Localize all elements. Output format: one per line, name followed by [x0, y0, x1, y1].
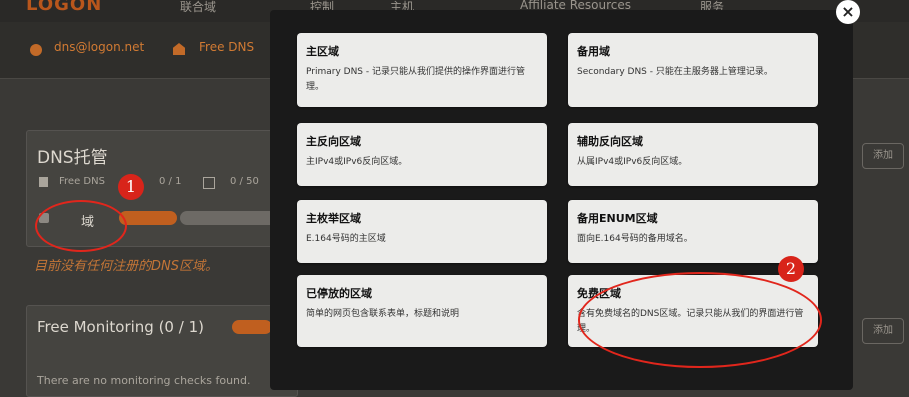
option-description: E.164号码的主区域 — [306, 234, 386, 244]
nav-item-domains[interactable]: 联合域 — [180, 0, 216, 15]
close-modal-button[interactable]: × — [836, 0, 860, 24]
free-monitoring-card: Free Monitoring (0 / 1) There are no mon… — [26, 305, 298, 397]
option-secondary-reverse-zone[interactable]: 辅助反向区域 从属IPv4或IPv6反向区域。 — [568, 123, 818, 186]
gear-icon — [30, 44, 42, 56]
free-dns-count: 0 / 1 — [159, 176, 182, 187]
option-description: Secondary DNS - 只能在主服务器上管理记录。 — [577, 67, 773, 77]
no-monitoring-message: There are no monitoring checks found. — [37, 374, 251, 387]
option-description: 简单的网页包含联系表单，标题和说明 — [306, 309, 460, 319]
option-title: 主区域 — [306, 45, 339, 58]
option-primary-enum-zone[interactable]: 主枚举区域 E.164号码的主区域 — [297, 200, 547, 263]
zone-count: 0 / 50 — [230, 176, 259, 187]
option-description: Primary DNS - 记录只能从我们提供的操作界面进行管理。 — [306, 67, 525, 92]
calendar-icon — [203, 177, 215, 189]
lock-icon — [39, 177, 48, 187]
option-title: 已停放的区域 — [306, 287, 372, 300]
account-email[interactable]: dns@logon.net — [54, 40, 144, 54]
option-title: 辅助反向区域 — [577, 135, 643, 148]
option-title: 备用ENUM区域 — [577, 212, 658, 225]
no-dns-zones-message: 目前没有任何注册的DNS区域。 — [34, 259, 218, 274]
option-title: 主反向区域 — [306, 135, 361, 148]
annotation-circle-2 — [578, 272, 822, 368]
free-dns-link[interactable]: Free DNS — [199, 40, 254, 54]
dns-hosting-title: DNS托管 — [37, 148, 108, 168]
annotation-circle-1 — [35, 200, 127, 252]
annotation-number-1: 1 — [118, 174, 144, 200]
add-dns-button[interactable]: 添加 — [862, 143, 904, 169]
option-description: 面向E.164号码的备用域名。 — [577, 234, 693, 244]
add-monitoring-button[interactable]: 添加 — [862, 318, 904, 344]
option-primary-zone[interactable]: 主区域 Primary DNS - 记录只能从我们提供的操作界面进行管理。 — [297, 33, 547, 107]
option-description: 主IPv4或IPv6反向区域。 — [306, 157, 408, 167]
option-parked-zone[interactable]: 已停放的区域 简单的网页包含联系表单，标题和说明 — [297, 275, 547, 347]
option-primary-reverse-zone[interactable]: 主反向区域 主IPv4或IPv6反向区域。 — [297, 123, 547, 186]
free-dns-stat-label: Free DNS — [59, 176, 105, 187]
option-secondary-enum-zone[interactable]: 备用ENUM区域 面向E.164号码的备用域名。 — [568, 200, 818, 263]
option-description: 从属IPv4或IPv6反向区域。 — [577, 157, 688, 167]
new-zone-badge[interactable] — [119, 211, 177, 225]
monitoring-badge[interactable] — [232, 320, 272, 334]
option-secondary-zone[interactable]: 备用域 Secondary DNS - 只能在主服务器上管理记录。 — [568, 33, 818, 107]
annotation-number-2: 2 — [778, 256, 804, 282]
site-logo[interactable]: LOGON — [26, 0, 102, 15]
option-title: 备用域 — [577, 45, 610, 58]
free-monitoring-title: Free Monitoring (0 / 1) — [37, 318, 204, 336]
option-title: 主枚举区域 — [306, 212, 361, 225]
